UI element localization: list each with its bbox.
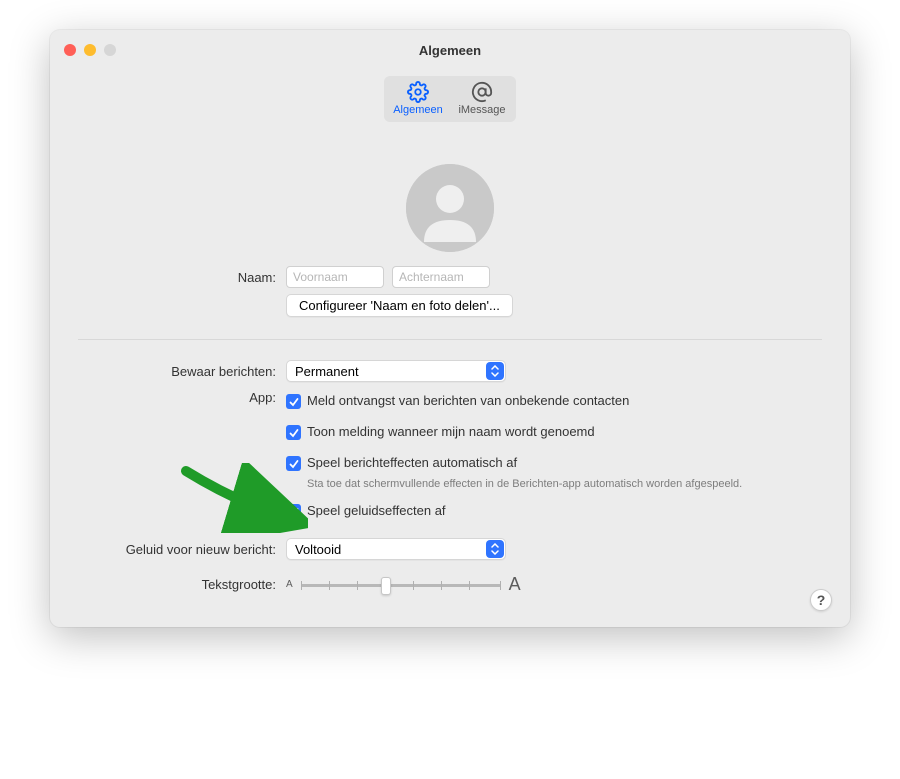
check-icon (289, 459, 299, 469)
help-label: ? (817, 592, 826, 608)
check-icon (289, 428, 299, 438)
person-icon (406, 164, 494, 252)
last-name-input[interactable] (392, 266, 490, 288)
auto-effects-description: Sta toe dat schermvullende effecten in d… (307, 478, 742, 490)
first-name-input[interactable] (286, 266, 384, 288)
name-row: Naam: (78, 266, 822, 288)
app-row: App: Meld ontvangst van berichten van on… (78, 388, 822, 524)
notify-unknown-label: Meld ontvangst van berichten van onbeken… (307, 393, 629, 408)
window-controls (50, 44, 116, 56)
text-size-row: Tekstgrootte: A (78, 574, 822, 595)
name-mention-label: Toon melding wanneer mijn naam wordt gen… (307, 424, 595, 439)
auto-effects-checkbox[interactable] (286, 456, 301, 471)
chevron-updown-icon (486, 362, 504, 380)
auto-effects-row: Speel berichteffecten automatisch af (286, 455, 517, 471)
content-area: Naam: Configureer 'Naam en foto delen'..… (50, 132, 850, 627)
new-message-sound-row: Geluid voor nieuw bericht: Voltooid (78, 538, 822, 560)
minimize-window-button[interactable] (84, 44, 96, 56)
name-mention-row: Toon melding wanneer mijn naam wordt gen… (286, 424, 595, 440)
tab-general[interactable]: Algemeen (386, 78, 450, 120)
new-message-sound-value: Voltooid (295, 542, 341, 557)
tab-imessage-label: iMessage (458, 104, 505, 116)
section-divider (78, 339, 822, 340)
new-message-sound-label: Geluid voor nieuw bericht: (78, 542, 286, 557)
tab-segments: Algemeen iMessage (384, 76, 516, 122)
large-a-icon: A (509, 574, 521, 595)
title-bar: Algemeen (50, 30, 850, 70)
keep-messages-label: Bewaar berichten: (78, 364, 286, 379)
keep-messages-row: Bewaar berichten: Permanent (78, 360, 822, 382)
auto-effects-label: Speel berichteffecten automatisch af (307, 455, 517, 470)
name-label: Naam: (78, 270, 286, 285)
sound-effects-row: Speel geluidseffecten af (286, 503, 446, 519)
window-title: Algemeen (50, 43, 850, 58)
keep-messages-select[interactable]: Permanent (286, 360, 506, 382)
preferences-window: Algemeen Algemeen i (50, 30, 850, 627)
sound-effects-checkbox[interactable] (286, 504, 301, 519)
tab-imessage[interactable]: iMessage (450, 78, 514, 120)
name-mention-checkbox[interactable] (286, 425, 301, 440)
close-window-button[interactable] (64, 44, 76, 56)
sound-effects-label: Speel geluidseffecten af (307, 503, 446, 518)
slider-knob[interactable] (381, 577, 391, 595)
app-label: App: (78, 388, 286, 405)
small-a-icon: A (286, 579, 293, 590)
text-size-slider[interactable] (301, 575, 501, 595)
chevron-updown-icon (486, 540, 504, 558)
tab-general-label: Algemeen (393, 104, 443, 116)
avatar-container (78, 164, 822, 252)
configure-share-button[interactable]: Configureer 'Naam en foto delen'... (286, 294, 513, 317)
gear-icon (407, 82, 429, 102)
avatar[interactable] (406, 164, 494, 252)
new-message-sound-select[interactable]: Voltooid (286, 538, 506, 560)
toolbar: Algemeen iMessage (50, 70, 850, 132)
share-row: Configureer 'Naam en foto delen'... (78, 294, 822, 317)
text-size-label: Tekstgrootte: (78, 577, 286, 592)
notify-unknown-row: Meld ontvangst van berichten van onbeken… (286, 393, 629, 409)
check-icon (289, 507, 299, 517)
help-button[interactable]: ? (810, 589, 832, 611)
at-icon (471, 82, 493, 102)
zoom-window-button[interactable] (104, 44, 116, 56)
check-icon (289, 397, 299, 407)
notify-unknown-checkbox[interactable] (286, 394, 301, 409)
keep-messages-value: Permanent (295, 364, 359, 379)
